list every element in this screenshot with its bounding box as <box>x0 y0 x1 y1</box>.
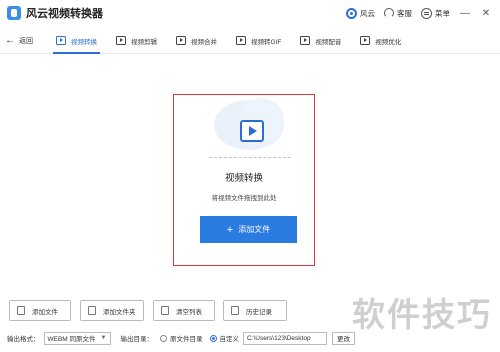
add-file-button[interactable]: 添加文件 <box>9 300 71 321</box>
video-optimize-icon <box>360 36 371 45</box>
add-folder-button[interactable]: 添加文件夹 <box>80 300 144 321</box>
output-format-select[interactable]: WEBM 同原文件 ▼ <box>43 331 111 345</box>
output-dir-label: 输出目录： <box>120 336 154 343</box>
tab-label: 视频合并 <box>191 38 217 46</box>
tab-label: 视频转GIF <box>251 38 282 46</box>
menu-label: 菜单 <box>435 8 450 18</box>
radio-custom-label: 自定义 <box>219 336 240 343</box>
add-file-label: 添加文件 <box>238 225 271 234</box>
title-bar-actions: 风云 客服 菜单 — ✕ <box>337 0 492 26</box>
title-bar: 风云视频转换器 风云 客服 菜单 — ✕ <box>0 0 500 26</box>
app-title: 风云视频转换器 <box>26 8 103 20</box>
back-label: 返回 <box>19 37 33 45</box>
radio-checked-icon <box>209 334 217 342</box>
video-gif-icon <box>236 36 246 45</box>
divider <box>209 157 291 158</box>
app-logo-icon <box>7 6 21 20</box>
tab-video-convert[interactable]: 视频转换 <box>53 28 100 54</box>
video-convert-illustration-icon <box>240 120 264 142</box>
drop-zone-hint: 将视频文件拖拽到此处 <box>211 195 277 202</box>
fengyun-icon <box>346 7 357 19</box>
tab-video-optimize[interactable]: 视频优化 <box>357 28 404 54</box>
history-button[interactable]: 历史记录 <box>223 300 287 321</box>
output-path-field[interactable]: C:\Users\123\Desktop <box>243 331 327 345</box>
trash-icon <box>161 306 169 315</box>
headset-icon <box>384 8 394 18</box>
tab-video-merge[interactable]: 视频合并 <box>173 28 220 54</box>
tab-label: 视频优化 <box>375 38 402 46</box>
folder-icon <box>88 306 96 315</box>
video-merge-icon <box>176 36 186 45</box>
output-format-label: 输出格式： <box>7 336 40 343</box>
fengyun-button[interactable]: 风云 <box>346 7 375 19</box>
radio-same-dir[interactable]: 原文件目录 <box>160 333 203 343</box>
video-dub-icon <box>300 36 311 45</box>
add-file-label: 添加文件 <box>32 308 58 316</box>
fengyun-label: 风云 <box>360 8 375 18</box>
clear-list-button[interactable]: 清空列表 <box>153 300 215 321</box>
menu-icon <box>421 7 432 19</box>
output-format-value: WEBM 同原文件 <box>47 336 96 343</box>
radio-icon <box>160 334 167 342</box>
tab-label: 视频配音 <box>315 38 342 46</box>
video-edit-icon <box>116 36 126 45</box>
history-label: 历史记录 <box>246 308 272 316</box>
tab-video-edit[interactable]: 视频剪辑 <box>113 28 160 54</box>
tab-video-to-gif[interactable]: 视频转GIF <box>233 28 284 54</box>
tab-video-dub[interactable]: 视频配音 <box>297 28 344 54</box>
history-icon <box>231 306 239 315</box>
video-convert-icon <box>56 36 66 45</box>
back-button[interactable]: ← 返回 <box>5 35 45 46</box>
file-drop-zone[interactable]: 视频转换 将视频文件拖拽到此处 + 添加文件 <box>173 94 315 266</box>
chevron-down-icon: ▼ <box>100 335 107 341</box>
watermark-text: 软件技巧 <box>352 295 492 334</box>
add-file-primary-button[interactable]: + 添加文件 <box>200 216 297 243</box>
menu-button[interactable]: 菜单 <box>421 7 450 19</box>
tab-label: 视频剪辑 <box>131 38 157 46</box>
close-button[interactable]: ✕ <box>480 8 492 19</box>
add-folder-label: 添加文件夹 <box>103 308 136 316</box>
radio-same-dir-label: 原文件目录 <box>170 336 203 343</box>
customer-service-label: 客服 <box>397 8 412 18</box>
minimize-button[interactable]: — <box>459 8 471 19</box>
function-toolbar: ← 返回 视频转换 视频剪辑 视频合并 视频转GIF 视频配音 视频优化 <box>0 28 500 54</box>
arrow-left-icon: ← <box>5 35 15 46</box>
tab-label: 视频转换 <box>71 38 97 46</box>
plus-icon: + <box>226 223 234 236</box>
radio-custom-dir[interactable]: 自定义 <box>209 333 240 343</box>
clear-list-label: 清空列表 <box>176 308 202 316</box>
file-icon <box>17 306 25 315</box>
tab-list: 视频转换 视频剪辑 视频合并 视频转GIF 视频配音 视频优化 <box>53 28 417 54</box>
customer-service-button[interactable]: 客服 <box>384 8 412 19</box>
drop-zone-title: 视频转换 <box>224 173 263 184</box>
